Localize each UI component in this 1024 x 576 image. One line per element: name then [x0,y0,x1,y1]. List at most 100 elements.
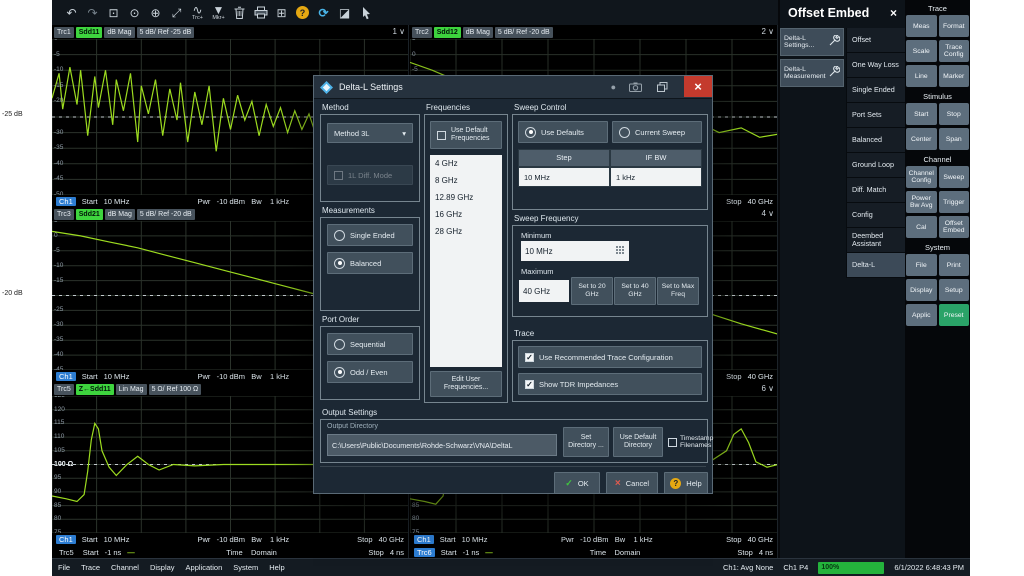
channel-badge[interactable]: Ch1 [56,535,76,544]
softpanel-item-deembed-assistant[interactable]: Deembed Assistant [847,228,906,253]
channel-badge[interactable]: Trc6 [414,548,435,557]
start-value[interactable]: -1 ns [463,548,480,557]
sync-icon[interactable]: ⟳ [316,2,331,23]
scale-badge[interactable]: 5 dB/ Ref -20 dB [137,209,195,220]
delete-icon[interactable] [232,2,247,23]
use-default-directory-button[interactable]: Use Default Directory [613,427,663,457]
close-dialog-button[interactable]: × [684,76,712,97]
start-value[interactable]: -1 ns [105,548,122,557]
channel-badge[interactable]: Ch1 [56,197,76,206]
hardkey-power-bw-avg[interactable]: Power Bw Avg [906,191,937,213]
dim-icon[interactable]: ● [611,82,616,92]
stop-value[interactable]: 40 GHz [379,535,404,544]
menu-trace[interactable]: Trace [81,563,100,572]
restore-window-icon[interactable] [657,82,668,92]
softkey-delta-l-measurement[interactable]: Delta-L Measurement [780,59,844,87]
stop-value[interactable]: 40 GHz [748,535,773,544]
radio-option-use-defaults[interactable]: Use Defaults [518,121,608,143]
help-button[interactable]: ? Help [664,472,708,494]
trace-config-checkbox[interactable]: ✓Show TDR Impedances [518,373,702,395]
softpanel-item-offset[interactable]: Offset [847,28,906,53]
hardkey-meas[interactable]: Meas [906,15,937,37]
radio-option-balanced[interactable]: Balanced [327,252,413,274]
close-panel-icon[interactable]: × [890,6,897,20]
format-badge[interactable]: dB Mag [105,209,135,220]
hardkey-print[interactable]: Print [939,254,970,276]
add-trace-icon[interactable]: ∿Trc+ [190,2,205,23]
stop-value[interactable]: 40 GHz [748,372,773,381]
menu-display[interactable]: Display [150,563,175,572]
frequency-list-item[interactable]: 28 GHz [430,223,502,240]
trace-name-badge[interactable]: Trc2 [412,27,432,38]
set-directory-button[interactable]: Set Directory ... [563,427,609,457]
stop-value[interactable]: 4 ns [390,548,404,557]
hardkey-stop[interactable]: Stop [939,103,970,125]
hardkey-start[interactable]: Start [906,103,937,125]
menu-system[interactable]: System [233,563,258,572]
timestamp-filenames-checkbox[interactable]: Timestamp Filenames [668,427,706,457]
hardkey-cal[interactable]: Cal [906,216,937,238]
channel-badge[interactable]: Ch1 [414,535,434,544]
chart-number-selector[interactable]: 1 ∨ [392,27,405,36]
hardkey-marker[interactable]: Marker [939,65,970,87]
cancel-button[interactable]: × Cancel [606,472,658,494]
maximum-frequency-input[interactable]: 40 GHz [519,280,569,302]
softpanel-item-config[interactable]: Config [847,203,906,228]
softpanel-item-port-sets[interactable]: Port Sets [847,103,906,128]
print-icon[interactable] [253,2,268,23]
scale-badge[interactable]: 5 Ω/ Ref 100 Ω [149,384,202,395]
hardkey-file[interactable]: File [906,254,937,276]
method-dropdown[interactable]: Method 3L ▾ [327,123,413,143]
format-badge[interactable]: Lin Mag [116,384,147,395]
menu-application[interactable]: Application [186,563,223,572]
channel-badge[interactable]: Trc5 [56,548,77,557]
menu-channel[interactable]: Channel [111,563,139,572]
frequency-list-item[interactable]: 16 GHz [430,206,502,223]
maximize-icon[interactable]: ⤢ [169,2,184,23]
table-cell[interactable]: 10 MHz [518,167,610,187]
output-directory-field[interactable]: C:\Users\Public\Documents\Rohde-Schwarz\… [327,434,557,456]
s-parameter-badge[interactable]: Sdd21 [76,209,103,220]
chart-number-selector[interactable]: 2 ∨ [761,27,774,36]
hardkey-sweep[interactable]: Sweep [939,166,970,188]
undo-icon[interactable]: ↶ [64,2,79,23]
hardkey-scale[interactable]: Scale [906,40,937,62]
hardkey-applic[interactable]: Applic [906,304,937,326]
hardkey-offset-embed[interactable]: Offset Embed [939,216,970,238]
hardkey-trace-config[interactable]: Trace Config [939,40,970,62]
radio-option-sequential[interactable]: Sequential [327,333,413,355]
windows-icon[interactable]: ⊞ [274,2,289,23]
ok-button[interactable]: ✓ OK [554,472,600,494]
softpanel-item-diff-match[interactable]: Diff. Match [847,178,906,203]
redo-icon[interactable]: ↷ [85,2,100,23]
chart-number-selector[interactable]: 4 ∨ [761,209,774,218]
trace-config-checkbox[interactable]: ✓Use Recommended Trace Configuration [518,346,702,368]
display-icon[interactable]: ◪ [337,2,352,23]
help-icon[interactable]: ? [295,2,310,23]
hardkey-format[interactable]: Format [939,15,970,37]
minimum-frequency-input[interactable]: 10 MHz [521,241,629,261]
radio-option-odd-even[interactable]: Odd / Even [327,361,413,383]
scale-badge[interactable]: 5 dB/ Ref -25 dB [137,27,195,38]
frequency-list-item[interactable]: 8 GHz [430,172,502,189]
frequency-list-item[interactable]: 12.89 GHz [430,189,502,206]
radio-option-single-ended[interactable]: Single Ended [327,224,413,246]
softpanel-item-ground-loop[interactable]: Ground Loop [847,153,906,178]
hardkey-span[interactable]: Span [939,128,970,150]
touch-icon[interactable] [358,2,373,23]
format-badge[interactable]: dB Mag [104,27,134,38]
start-value[interactable]: 10 MHz [462,535,488,544]
start-value[interactable]: 10 MHz [104,197,130,206]
table-cell[interactable]: 1 kHz [610,167,702,187]
trace-name-badge[interactable]: Trc3 [54,209,74,220]
hardkey-display[interactable]: Display [906,279,937,301]
softpanel-item-single-ended[interactable]: Single Ended [847,78,906,103]
zoom-selection-icon[interactable]: ⊡ [106,2,121,23]
keypad-icon[interactable] [615,245,625,257]
zoom-1-1-icon[interactable]: ⊙ [127,2,142,23]
softpanel-item-delta-l[interactable]: Delta-L [847,253,906,278]
hardkey-line[interactable]: Line [906,65,937,87]
camera-icon[interactable] [629,82,642,92]
zoom-active-icon[interactable]: ⊕ [148,2,163,23]
edit-user-frequencies-button[interactable]: Edit User Frequencies... [430,371,502,397]
